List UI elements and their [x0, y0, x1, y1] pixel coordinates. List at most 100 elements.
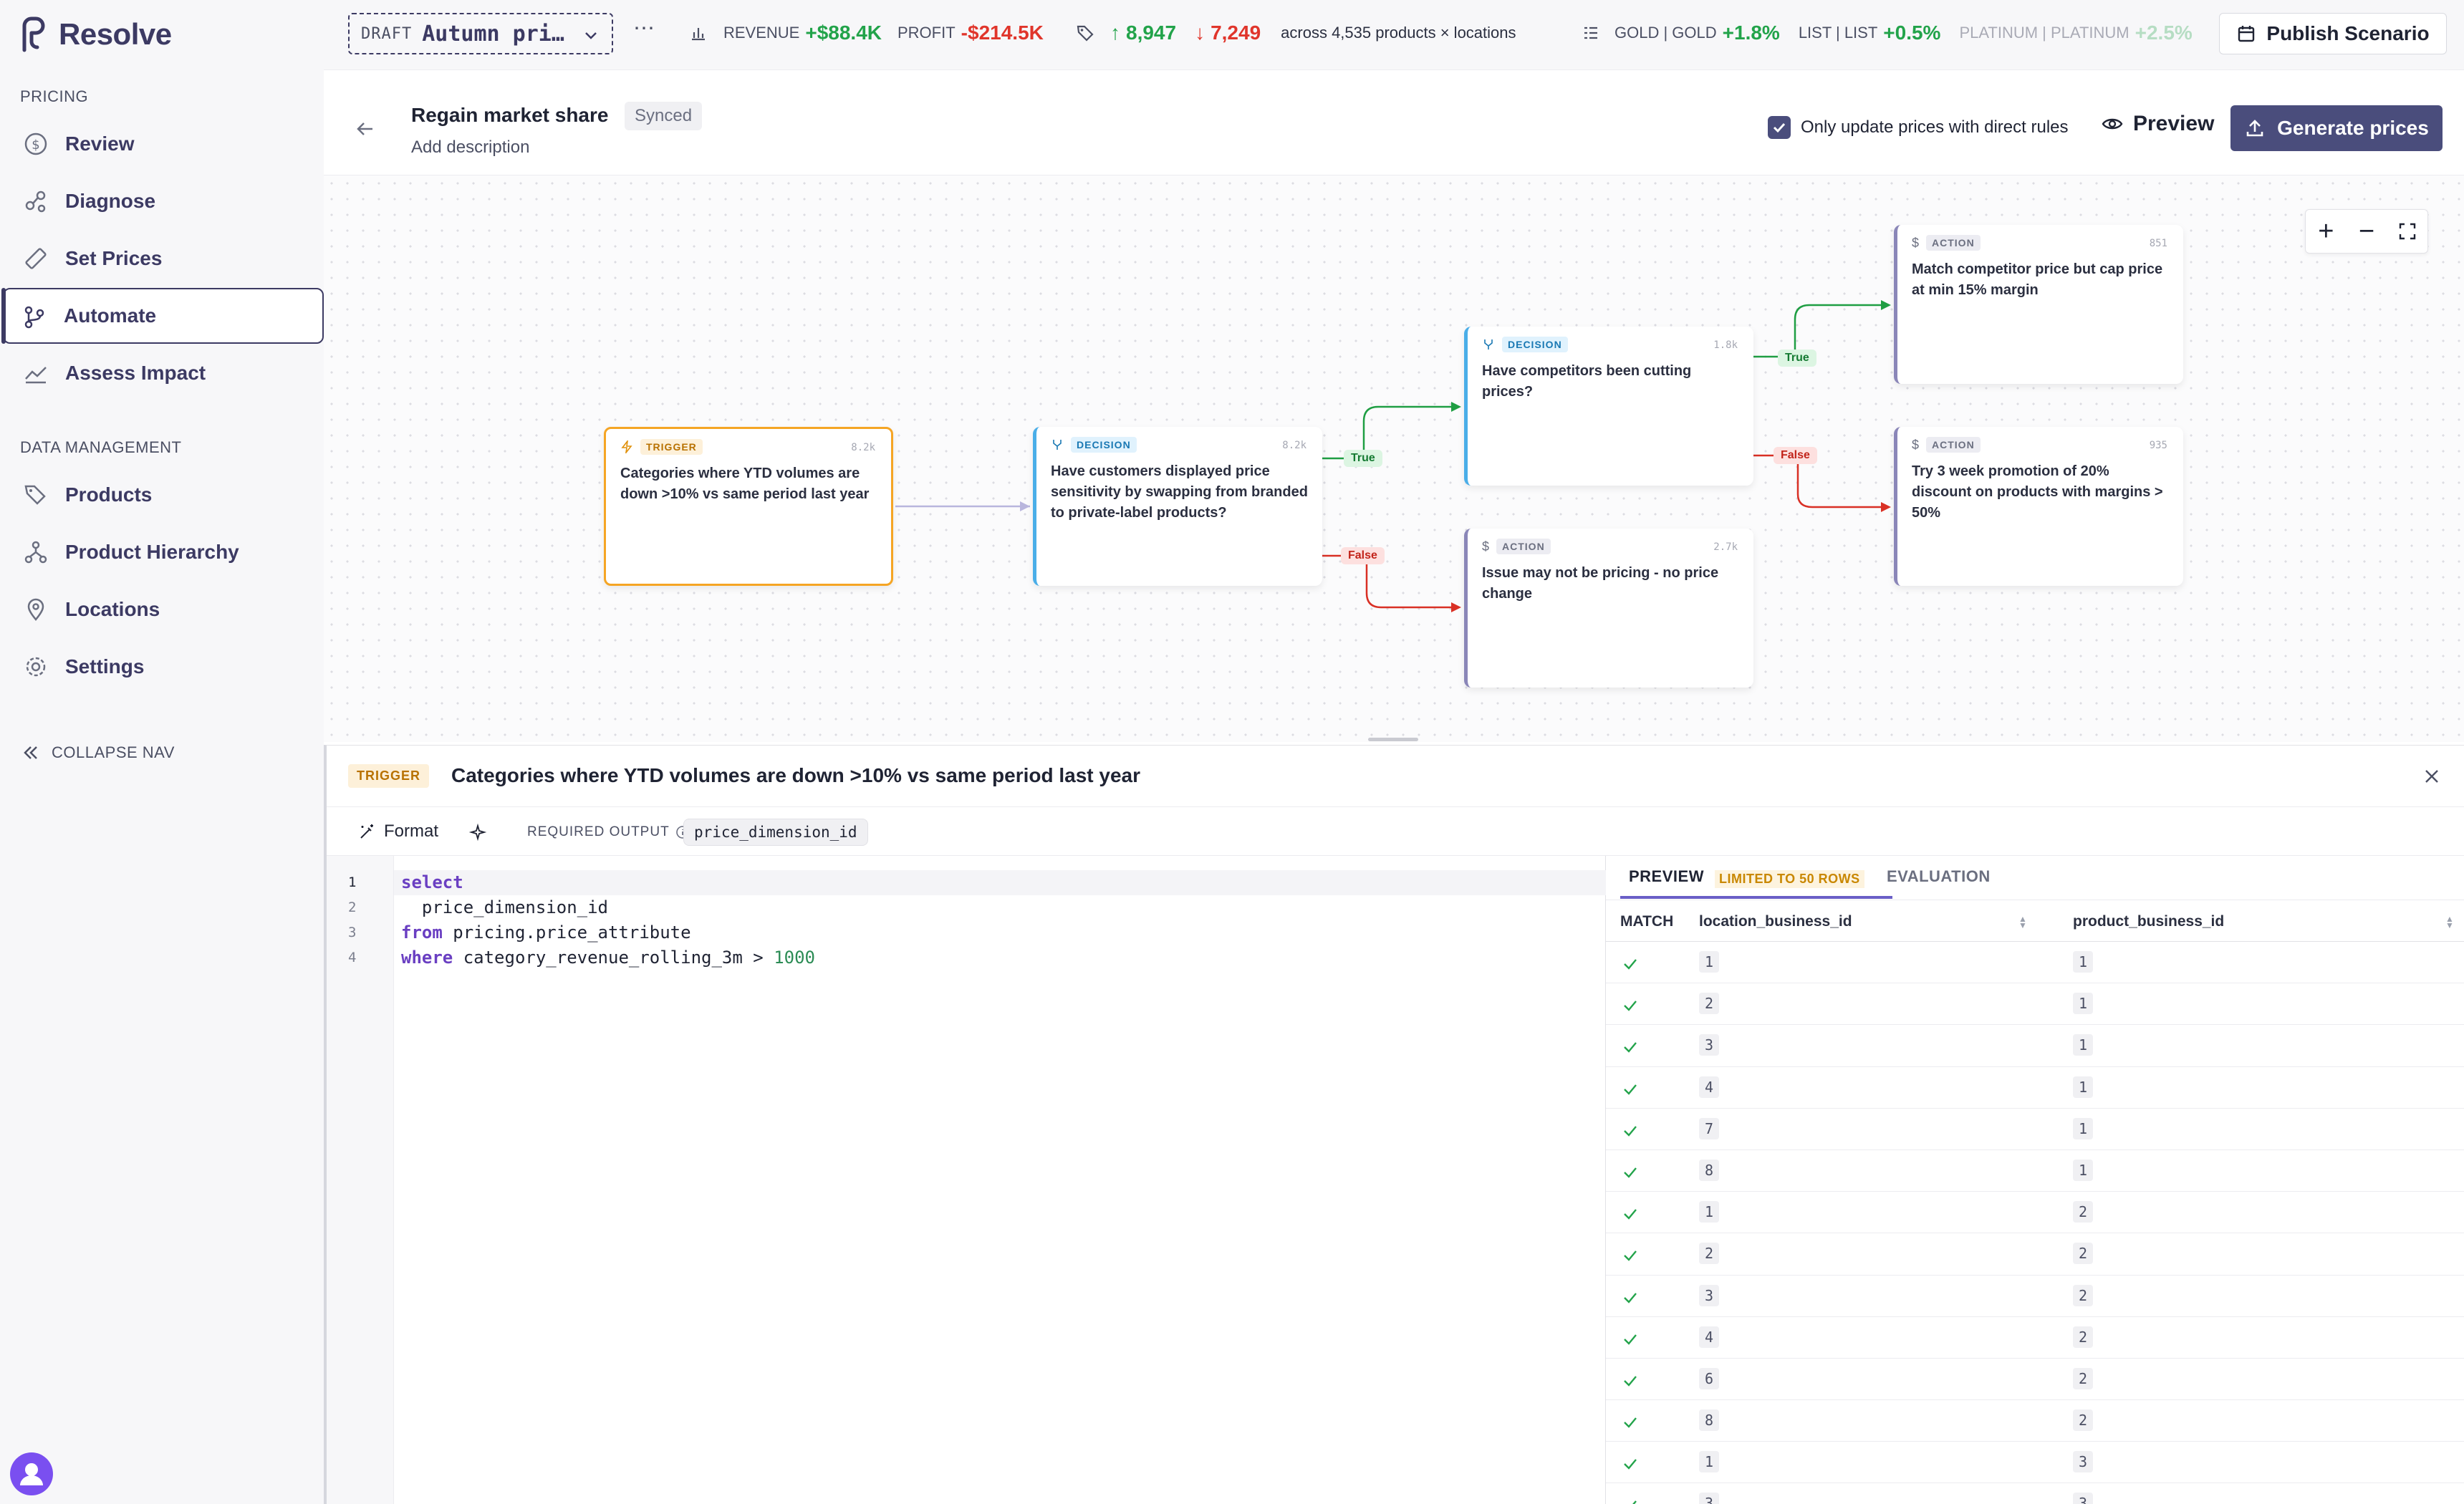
dollar-icon: $: [1912, 235, 1920, 250]
collapse-nav-button[interactable]: COLLAPSE NAV: [21, 743, 175, 762]
table-header: MATCH location_business_id ▲ ▼ product_bu…: [1606, 900, 2464, 942]
product-id-cell: 3: [2073, 1493, 2094, 1504]
tab-preview[interactable]: PREVIEW: [1629, 867, 1704, 886]
location-id-cell: 1: [1699, 1451, 1720, 1473]
table-row[interactable]: 81: [1606, 1150, 2464, 1192]
location-id-cell: 1: [1699, 951, 1720, 973]
preview-tabs: PREVIEW LIMITED TO 50 ROWS EVALUATION: [1606, 856, 2464, 900]
decision-node[interactable]: DECISION 1.8k Have competitors been cutt…: [1464, 327, 1753, 486]
node-text: Try 3 week promotion of 20% discount on …: [1912, 463, 2163, 521]
resize-handle[interactable]: [1368, 738, 1418, 741]
location-id-cell: 7: [1699, 1117, 1720, 1139]
table-row[interactable]: 42: [1606, 1317, 2464, 1359]
product-id-cell: 2: [2073, 1201, 2094, 1223]
node-text: Match competitor price but cap price at …: [1912, 261, 2163, 298]
product-id-cell: 1: [2073, 1076, 2094, 1098]
product-id-cell: 2: [2073, 1243, 2094, 1265]
avatar[interactable]: [10, 1452, 53, 1495]
zoom-controls: + −: [2305, 209, 2428, 254]
line-number: 3: [348, 925, 357, 940]
active-tab-indicator: [1620, 896, 1892, 899]
panel-title: Categories where YTD volumes are down >1…: [451, 764, 1141, 786]
code-editor[interactable]: 1 2 3 4 select price_dimension_id from p…: [327, 856, 1606, 1504]
table-row[interactable]: 13: [1606, 1442, 2464, 1484]
check-icon: [1624, 1334, 1637, 1345]
table-row[interactable]: 31: [1606, 1025, 2464, 1067]
action-node[interactable]: $ ACTION 2.7k Issue may not be pricing -…: [1464, 529, 1753, 688]
column-header-product[interactable]: product_business_id: [2073, 913, 2224, 930]
user-icon: [20, 1463, 43, 1485]
line-number: 1: [348, 874, 357, 890]
active-line-highlight: [394, 870, 1606, 895]
node-kind-tag: TRIGGER: [640, 439, 703, 455]
expand-icon: [2399, 223, 2415, 240]
table-row[interactable]: 82: [1606, 1400, 2464, 1442]
code-keyword: select: [401, 872, 463, 892]
code-keyword: where: [401, 948, 453, 968]
code-keyword: from: [401, 922, 443, 943]
code-number: 1000: [774, 948, 815, 968]
product-id-cell: 1: [2073, 1159, 2094, 1181]
format-button[interactable]: Format: [358, 821, 438, 842]
table-row[interactable]: 33: [1606, 1483, 2464, 1504]
check-icon: [1624, 1084, 1637, 1095]
node-text: Categories where YTD volumes are down >1…: [620, 466, 870, 502]
table-row[interactable]: 21: [1606, 983, 2464, 1026]
check-icon: [1632, 1500, 1637, 1504]
tab-evaluation[interactable]: EVALUATION: [1887, 867, 1991, 886]
table-row[interactable]: 71: [1606, 1109, 2464, 1150]
check-icon: [1624, 1417, 1637, 1428]
column-header-location[interactable]: location_business_id: [1699, 913, 1852, 930]
fit-view-button[interactable]: [2387, 210, 2427, 253]
table-body: 1121314171811222324262821333: [1606, 942, 2464, 1504]
table-row[interactable]: 12: [1606, 1192, 2464, 1234]
line-number: 2: [348, 900, 357, 915]
node-editor-panel: TRIGGER Categories where YTD volumes are…: [324, 745, 2464, 1504]
panel-header: TRIGGER Categories where YTD volumes are…: [327, 746, 2464, 807]
node-kind-tag: ACTION: [1926, 437, 1981, 453]
table-row[interactable]: 11: [1606, 942, 2464, 984]
edge-label-false: False: [1341, 547, 1385, 564]
location-id-cell: 3: [1699, 1493, 1720, 1504]
edge-label-true: True: [1344, 450, 1382, 467]
action-node[interactable]: $ ACTION 935 Try 3 week promotion of 20%…: [1894, 427, 2183, 586]
sort-icon[interactable]: ▲ ▼: [2018, 915, 2029, 930]
limited-rows-badge: LIMITED TO 50 ROWS: [1715, 870, 1864, 888]
check-icon: [1624, 1376, 1637, 1387]
sparkle-icon[interactable]: [468, 823, 487, 842]
product-id-cell: 3: [2073, 1451, 2094, 1473]
node-text: Have competitors been cutting prices?: [1482, 363, 1692, 400]
editor-toolbar: Format REQUIRED OUTPUT price_dimension_i…: [327, 807, 2464, 856]
zoom-out-button[interactable]: −: [2347, 210, 2387, 253]
table-row[interactable]: 32: [1606, 1276, 2464, 1317]
node-kind-tag: ACTION: [1926, 235, 1981, 251]
product-id-cell: 2: [2073, 1367, 2094, 1389]
trigger-node[interactable]: TRIGGER 8.2k Categories where YTD volume…: [604, 427, 893, 586]
dollar-icon: $: [1482, 539, 1490, 554]
product-id-cell: 2: [2073, 1284, 2094, 1306]
node-count: 8.2k: [851, 442, 875, 453]
table-row[interactable]: 62: [1606, 1359, 2464, 1401]
required-output-text: REQUIRED OUTPUT: [527, 824, 670, 839]
check-icon: [1624, 1292, 1637, 1303]
check-icon: [1624, 1001, 1637, 1011]
edge-label-true: True: [1778, 350, 1816, 367]
code-text: pricing.price_attribute: [442, 922, 691, 943]
zoom-in-button[interactable]: +: [2306, 210, 2347, 253]
check-icon: [1624, 1209, 1637, 1220]
node-count: 935: [2149, 440, 2167, 451]
chevrons-left-icon: [24, 746, 37, 759]
node-kind-tag: ACTION: [1496, 539, 1551, 554]
action-node[interactable]: $ ACTION 851 Match competitor price but …: [1894, 225, 2183, 384]
location-id-cell: 3: [1699, 1034, 1720, 1056]
close-icon[interactable]: [2421, 766, 2443, 787]
table-row[interactable]: 22: [1606, 1233, 2464, 1276]
code-line: price_dimension_id: [401, 895, 608, 920]
check-icon: [1624, 1167, 1637, 1178]
table-row[interactable]: 41: [1606, 1067, 2464, 1109]
node-text: Issue may not be pricing - no price chan…: [1482, 565, 1719, 602]
location-id-cell: 4: [1699, 1076, 1720, 1098]
decision-node[interactable]: DECISION 8.2k Have customers displayed p…: [1033, 427, 1322, 586]
location-id-cell: 1: [1699, 1201, 1720, 1223]
sort-icon[interactable]: ▲ ▼: [2445, 915, 2455, 930]
